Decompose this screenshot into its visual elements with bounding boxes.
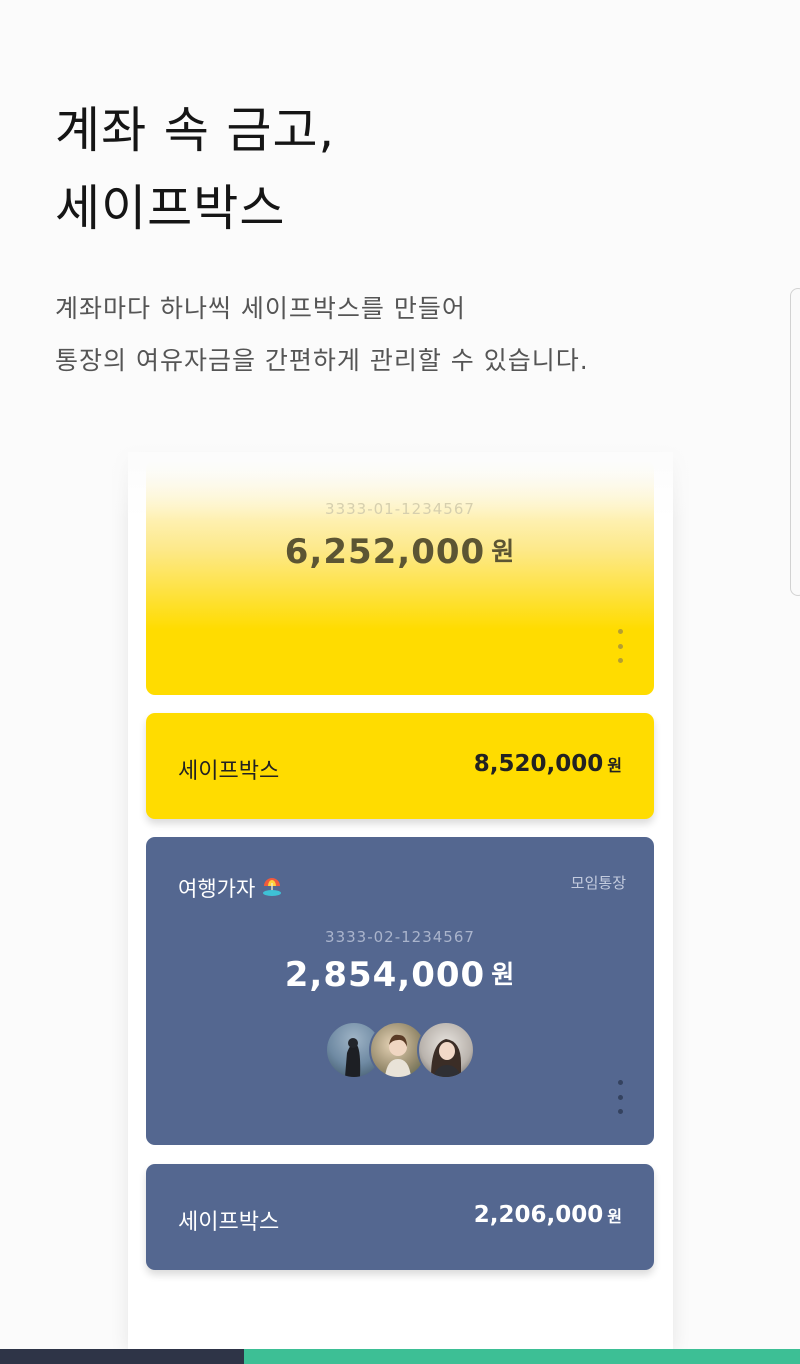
member-avatars[interactable] [325, 1021, 475, 1079]
description-line-2: 통장의 여유자금을 간편하게 관리할 수 있습니다. [55, 346, 589, 375]
group-account-more-icon[interactable] [616, 1080, 624, 1114]
title-line-2: 세이프박스 [55, 180, 286, 237]
main-account-card[interactable] [146, 460, 654, 695]
group-safebox-row[interactable]: 세이프박스 2,206,000 원 [146, 1164, 654, 1270]
bottom-bar-green-segment [244, 1349, 800, 1364]
group-balance-unit: 원 [491, 960, 516, 989]
main-safebox-amount-value: 8,520,000 [473, 751, 604, 777]
group-safebox-amount-value: 2,206,000 [473, 1202, 604, 1228]
main-safebox-row[interactable]: 세이프박스 8,520,000 원 [146, 713, 654, 819]
main-balance-unit: 원 [491, 537, 516, 566]
title-line-1: 계좌 속 금고, [55, 102, 336, 159]
page: 계좌 속 금고, 세이프박스 계좌마다 하나씩 세이프박스를 만들어 통장의 여… [0, 0, 800, 1364]
main-account-number: 3333-01-1234567 [325, 500, 475, 518]
group-account-balance: 2,854,000 원 [146, 955, 654, 995]
group-account-title: 여행가자 [178, 873, 283, 904]
group-account-type-label: 모임통장 [570, 874, 626, 892]
main-balance-value: 6,252,000 [284, 532, 486, 572]
group-balance-value: 2,854,000 [284, 955, 486, 995]
group-safebox-amount: 2,206,000 원 [474, 1202, 622, 1228]
main-account-balance: 6,252,000 원 [146, 532, 654, 572]
group-safebox-label: 세이프박스 [178, 1210, 280, 1235]
bottom-bar-dark-segment [0, 1349, 244, 1364]
main-safebox-label: 세이프박스 [178, 759, 280, 784]
group-account-number: 3333-02-1234567 [325, 928, 475, 946]
page-description: 계좌마다 하나씩 세이프박스를 만들어 통장의 여유자금을 간편하게 관리할 수… [55, 283, 589, 387]
beach-umbrella-icon [261, 875, 283, 902]
page-title: 계좌 속 금고, 세이프박스 [55, 92, 335, 248]
main-safebox-amount: 8,520,000 원 [474, 751, 622, 777]
group-safebox-amount-unit: 원 [607, 1207, 622, 1226]
description-line-1: 계좌마다 하나씩 세이프박스를 만들어 [55, 294, 466, 323]
bottom-color-bar [0, 1349, 800, 1364]
edge-panel-handle[interactable] [790, 288, 800, 596]
member-avatar-3 [417, 1021, 475, 1079]
main-safebox-amount-unit: 원 [607, 756, 622, 775]
group-account-name: 여행가자 [178, 877, 256, 901]
main-account-more-icon[interactable] [616, 629, 624, 663]
